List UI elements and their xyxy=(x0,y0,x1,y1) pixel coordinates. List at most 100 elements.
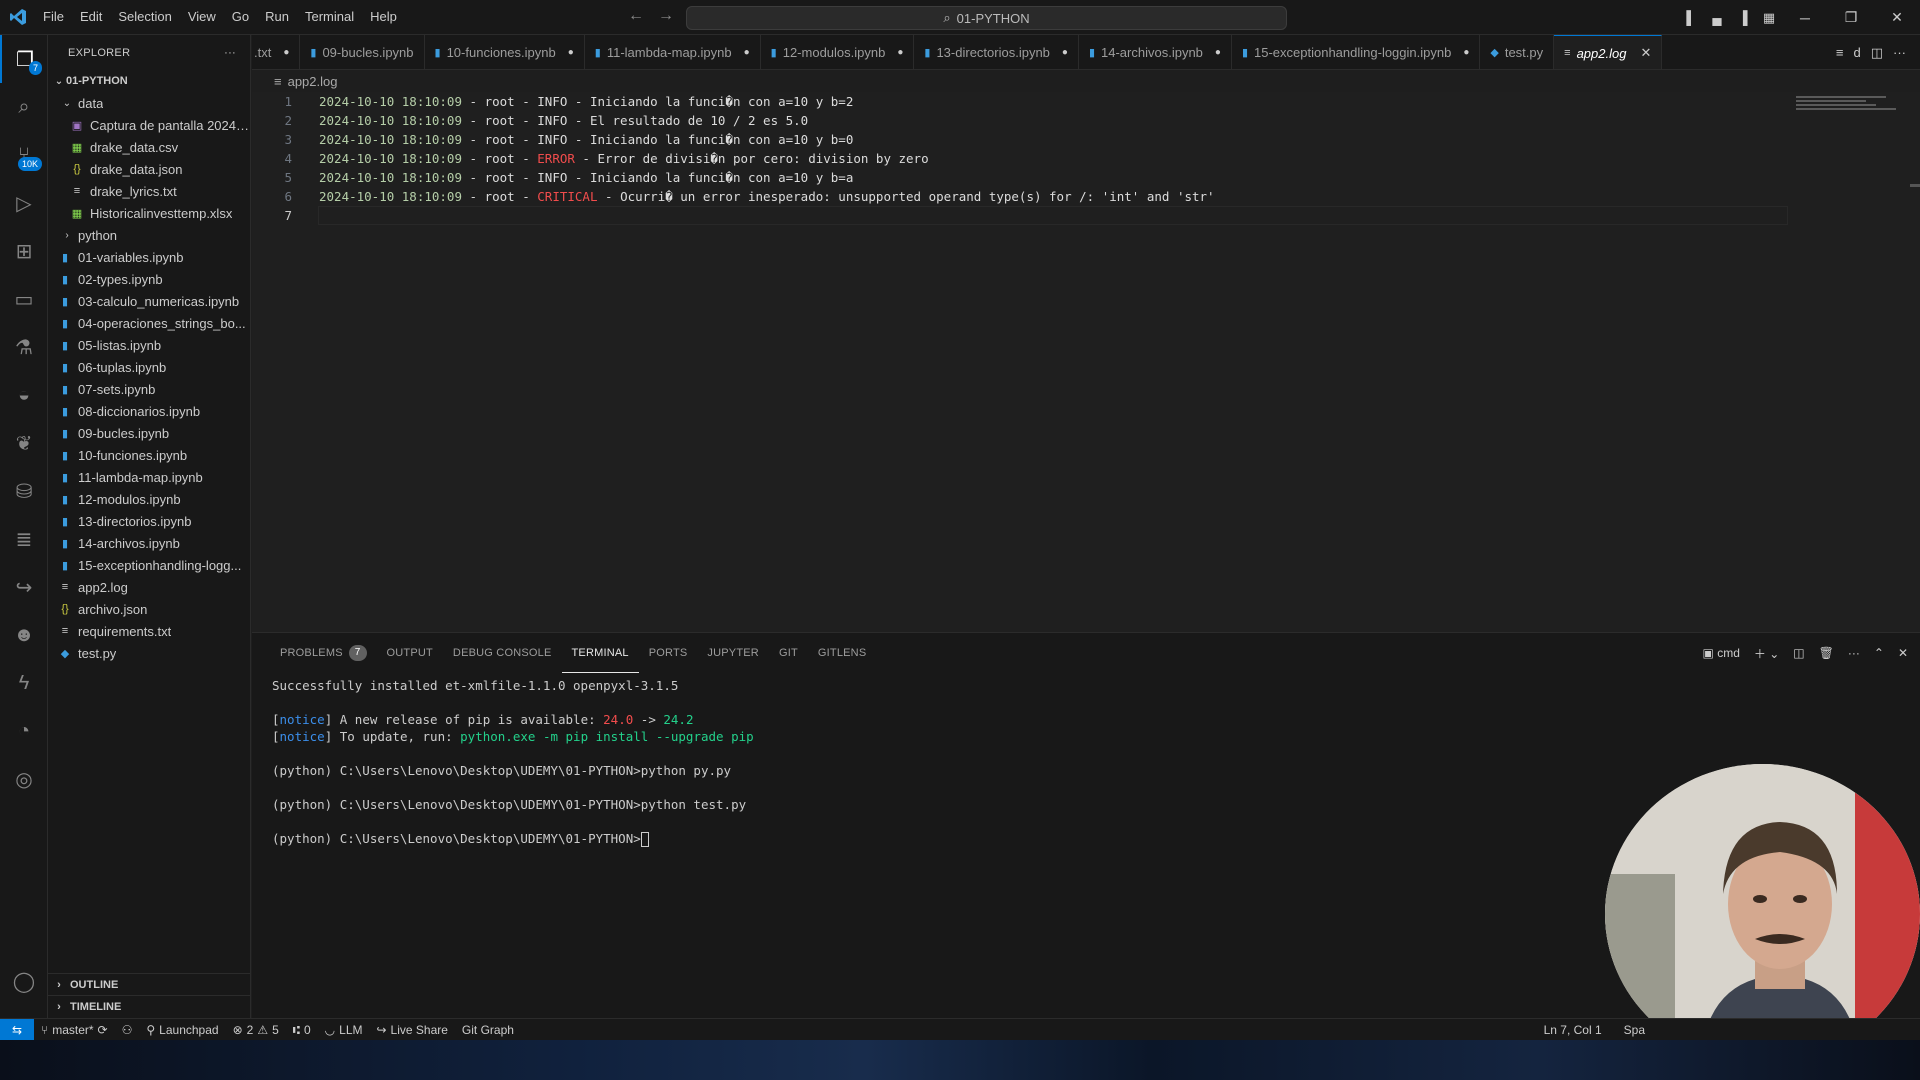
terminal-shell-selector[interactable]: ▣ cmd xyxy=(1703,646,1740,660)
unsaved-dot-icon[interactable]: ● xyxy=(283,47,289,58)
close-window-button[interactable]: ✕ xyxy=(1874,0,1920,35)
file-item[interactable]: ▮ 10-funciones.ipynb xyxy=(48,444,251,466)
split-editor-icon[interactable]: ◫ xyxy=(1871,45,1883,61)
outline-section[interactable]: › OUTLINE xyxy=(48,973,251,995)
command-center-search[interactable]: ⌕ 01-PYTHON xyxy=(686,6,1287,30)
minimap[interactable] xyxy=(1796,94,1906,114)
close-panel-icon[interactable]: ✕ xyxy=(1898,646,1908,660)
tab-jupyter[interactable]: JUPYTER xyxy=(697,633,769,673)
gitlens-icon[interactable]: ◎ xyxy=(0,755,48,803)
remote-indicator-icon[interactable]: ⇆ xyxy=(0,1018,34,1041)
trash-icon[interactable]: 🗑 xyxy=(1819,646,1834,660)
split-terminal-icon[interactable]: ◫ xyxy=(1793,646,1804,660)
editor-tab[interactable]: ▮ 12-modulos.ipynb ● xyxy=(761,35,915,69)
file-item[interactable]: ▦ Historicalinvesttemp.xlsx xyxy=(48,202,251,224)
toggle-secondary-sidebar-icon[interactable]: ▐ xyxy=(1730,0,1756,35)
git-graph-icon[interactable]: ◔ xyxy=(0,707,48,755)
workspace-root[interactable]: ⌄ 01-PYTHON xyxy=(48,70,251,92)
testing-icon[interactable]: ⚗ xyxy=(0,323,48,371)
code-editor[interactable]: 1 2024-10-10 18:10:09 - root - INFO - Ini… xyxy=(252,92,1920,632)
new-terminal-icon[interactable]: ＋ ⌄ xyxy=(1754,645,1779,662)
mongodb-leaf-icon[interactable]: ❦ xyxy=(0,419,48,467)
menu-selection[interactable]: Selection xyxy=(110,5,179,29)
docker-icon[interactable]: ◒ xyxy=(0,371,48,419)
unsaved-dot-icon[interactable]: ● xyxy=(1463,47,1469,58)
editor-tab[interactable]: ▮ 15-exceptionhandling-loggin.ipynb ● xyxy=(1232,35,1481,69)
timeline-section[interactable]: › TIMELINE xyxy=(48,995,251,1017)
remote-explorer-icon[interactable]: ▭ xyxy=(0,275,48,323)
layers-icon[interactable]: ≣ xyxy=(0,515,48,563)
menu-go[interactable]: Go xyxy=(224,5,257,29)
accounts-status-icon[interactable]: ⚇ xyxy=(115,1023,140,1037)
run-debug-icon[interactable]: ▷ xyxy=(0,179,48,227)
tab-output[interactable]: OUTPUT xyxy=(377,633,443,673)
tab-git[interactable]: GIT xyxy=(769,633,808,673)
accounts-icon[interactable]: ◯ xyxy=(0,957,48,1005)
menu-run[interactable]: Run xyxy=(257,5,297,29)
maximize-panel-icon[interactable]: ⌃ xyxy=(1874,646,1884,660)
tab-debug-console[interactable]: DEBUG CONSOLE xyxy=(443,633,562,673)
folder-item[interactable]: › python xyxy=(48,224,251,246)
tab-terminal[interactable]: TERMINAL xyxy=(561,633,639,673)
tab-problems[interactable]: PROBLEMS 7 xyxy=(270,633,377,673)
source-control-icon[interactable]: ⑂ 10K xyxy=(0,131,48,179)
toggle-sidebar-icon[interactable]: ▌ xyxy=(1678,0,1704,35)
file-item[interactable]: ▮ 12-modulos.ipynb xyxy=(48,488,251,510)
explorer-icon[interactable]: ❐ 7 xyxy=(0,35,48,83)
menu-help[interactable]: Help xyxy=(362,5,405,29)
more-actions-icon[interactable]: ··· xyxy=(224,47,236,59)
file-item[interactable]: {} drake_data.json xyxy=(48,158,251,180)
editor-tab[interactable]: ▮ 13-directorios.ipynb ● xyxy=(914,35,1079,69)
more-actions-icon[interactable]: ··· xyxy=(1848,646,1860,660)
editor-tab[interactable]: .txt ● xyxy=(252,35,301,69)
breadcrumb-file[interactable]: app2.log xyxy=(288,74,338,89)
unsaved-dot-icon[interactable]: ● xyxy=(744,47,750,58)
folder-item[interactable]: ⌄ data xyxy=(48,92,251,114)
llm-status[interactable]: ◡ LLM xyxy=(318,1023,370,1037)
menu-edit[interactable]: Edit xyxy=(72,5,110,29)
file-item[interactable]: ◆ test.py xyxy=(48,642,251,664)
editor-tab[interactable]: ▮ 09-bucles.ipynb xyxy=(300,35,425,69)
file-item[interactable]: ≡ requirements.txt xyxy=(48,620,251,642)
terminal-output[interactable]: Successfully installed et-xmlfile-1.1.0 … xyxy=(272,677,754,847)
file-item[interactable]: ▮ 01-variables.ipynb xyxy=(48,246,251,268)
file-item[interactable]: ▮ 15-exceptionhandling-logg... xyxy=(48,554,251,576)
thunder-client-icon[interactable]: ϟ xyxy=(0,659,48,707)
restore-button[interactable]: ❐ xyxy=(1828,0,1874,35)
ports-status[interactable]: ⑆ 0 xyxy=(286,1023,318,1037)
scrollbar[interactable] xyxy=(1910,184,1920,187)
file-item[interactable]: ▮ 02-types.ipynb xyxy=(48,268,251,290)
file-item[interactable]: ▮ 14-archivos.ipynb xyxy=(48,532,251,554)
editor-tab[interactable]: ◆ test.py xyxy=(1480,35,1555,69)
editor-tab[interactable]: ▮ 10-funciones.ipynb ● xyxy=(425,35,585,69)
launchpad-status[interactable]: ⚲ Launchpad xyxy=(139,1023,225,1037)
tab-gitlens[interactable]: GITLENS xyxy=(808,633,876,673)
menu-file[interactable]: File xyxy=(35,5,72,29)
file-item[interactable]: ▣ Captura de pantalla 2024-... xyxy=(48,114,251,136)
toggle-panel-icon[interactable]: ▄ xyxy=(1704,0,1730,35)
search-view-icon[interactable]: ⌕ xyxy=(0,83,48,131)
problems-status[interactable]: ⊗ 2 ⚠ 5 xyxy=(226,1023,286,1037)
editor-tab[interactable]: ▮ 11-lambda-map.ipynb ● xyxy=(585,35,761,69)
tab-ports[interactable]: PORTS xyxy=(639,633,698,673)
live-share-status[interactable]: ↪ Live Share xyxy=(369,1023,454,1037)
close-tab-icon[interactable]: ✕ xyxy=(1640,45,1651,61)
open-changes-icon[interactable]: ≡ xyxy=(1836,45,1844,60)
copilot-icon[interactable]: ☻ xyxy=(0,611,48,659)
forward-arrow-icon[interactable]: → xyxy=(658,7,674,25)
git-branch-status[interactable]: ⑂ master* ⟳ xyxy=(34,1023,115,1037)
editor-tab[interactable]: ▮ 14-archivos.ipynb ● xyxy=(1079,35,1232,69)
file-item[interactable]: ▮ 03-calculo_numericas.ipynb xyxy=(48,290,251,312)
file-item[interactable]: ▮ 04-operaciones_strings_bo... xyxy=(48,312,251,334)
file-item[interactable]: ▮ 09-bucles.ipynb xyxy=(48,422,251,444)
file-item[interactable]: ▦ drake_data.csv xyxy=(48,136,251,158)
file-item[interactable]: ≡ app2.log xyxy=(48,576,251,598)
file-item[interactable]: {} archivo.json xyxy=(48,598,251,620)
unsaved-dot-icon[interactable]: ● xyxy=(568,47,574,58)
editor-tab[interactable]: ≡ app2.log ✕ xyxy=(1554,35,1663,69)
file-item[interactable]: ▮ 11-lambda-map.ipynb xyxy=(48,466,251,488)
file-item[interactable]: ≡ drake_lyrics.txt xyxy=(48,180,251,202)
unsaved-dot-icon[interactable]: ● xyxy=(1215,47,1221,58)
extensions-icon[interactable]: ⊞ xyxy=(0,227,48,275)
live-share-icon[interactable]: ↪ xyxy=(0,563,48,611)
